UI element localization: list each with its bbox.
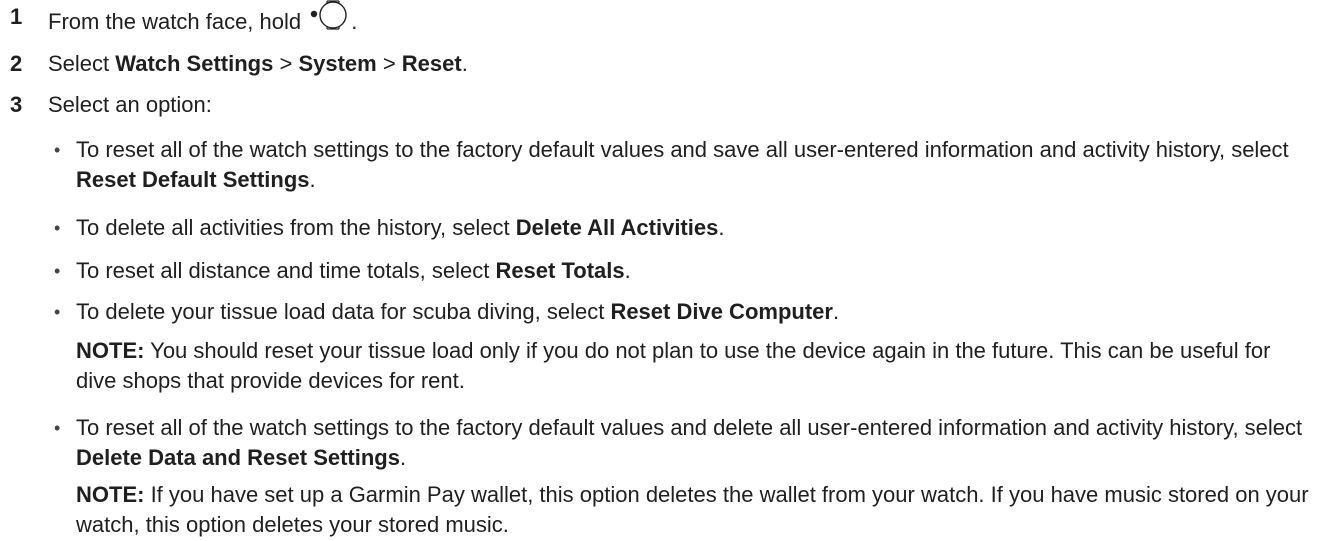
step-number: 1 — [10, 4, 23, 29]
step-text: Select an option: — [48, 92, 212, 117]
bullet: • — [54, 261, 61, 281]
watch-button-icon — [309, 0, 351, 41]
step-number: 3 — [10, 92, 23, 117]
bullet: • — [54, 140, 61, 160]
note-label: NOTE: — [76, 338, 145, 363]
step-text: From the watch face, hold — [48, 8, 302, 34]
note-label: NOTE: — [76, 482, 145, 507]
step-number: 2 — [10, 51, 23, 76]
menu-reset: Reset — [401, 51, 462, 76]
note-garmin-pay: NOTE: If you have set up a Garmin Pay wa… — [76, 482, 1309, 537]
instructions-document: 1 From the watch face, hold . 2 Select W — [0, 0, 1332, 541]
note-dive-computer: NOTE: You should reset your tissue load … — [76, 338, 1271, 393]
bullet: • — [54, 218, 61, 238]
bullet: • — [54, 302, 61, 322]
menu-watch-settings: Watch Settings — [115, 51, 274, 76]
menu-system: System — [298, 51, 377, 76]
bullet: • — [54, 418, 61, 438]
